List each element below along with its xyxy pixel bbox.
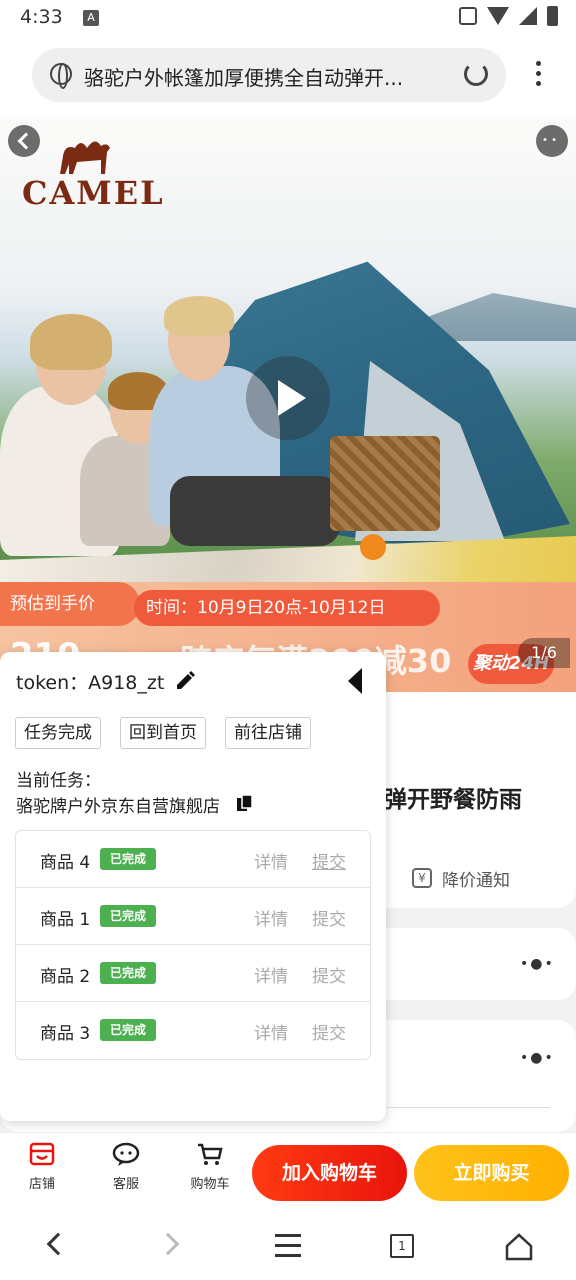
buy-now-button[interactable]: 立即购买 [414,1145,569,1201]
shop-label: 店铺 [28,1177,55,1192]
item-name: 商品 1 [40,910,91,930]
add-to-cart-button[interactable]: 加入购物车 [252,1145,407,1201]
back-arrow-icon[interactable] [46,1232,70,1256]
item-name: 商品 4 [40,853,91,873]
browser-menu-icon[interactable] [536,61,542,91]
status-badge: 已完成 [100,1019,156,1041]
task-panel: token：A918_zt 任务完成 回到首页 前往店铺 当前任务： 骆驼牌户外… [0,652,386,1121]
status-icons [459,6,558,26]
product-title: 弹开野餐防雨 [384,787,522,813]
collapse-panel-button[interactable] [348,668,362,694]
menu-icon[interactable] [275,1234,305,1264]
task-complete-button[interactable]: 任务完成 [15,717,101,749]
task-item-row: 商品 1 已完成 详情 提交 [16,888,370,945]
detail-link[interactable]: 详情 [254,905,288,930]
detail-link[interactable]: 详情 [254,962,288,987]
detail-link[interactable]: 详情 [254,848,288,873]
browser-nav-bar: 1 [0,1212,576,1280]
url-text[interactable]: 骆驼户外帐篷加厚便携全自动弹开... [84,62,444,91]
promo-time: 时间：10月9日20点-10月12日 [134,590,440,626]
status-time: 4:33 [20,6,63,28]
cart-icon [198,1143,223,1165]
current-task-name: 骆驼牌户外京东自营旗舰店 [16,797,220,817]
estimated-price-label: 预估到手价 [0,582,140,626]
more-dots-icon[interactable]: •●• [520,1050,555,1066]
shop-icon [29,1142,55,1166]
item-name: 商品 2 [40,967,91,987]
cart-nav-item[interactable]: 购物车 [180,1141,240,1192]
notification-icon: A [83,10,99,26]
play-video-button[interactable] [246,356,330,440]
more-dots-icon[interactable]: •●• [520,956,555,972]
back-button[interactable] [8,125,40,157]
camel-logo-icon [60,141,110,174]
more-options-button[interactable] [536,125,568,157]
status-badge: 已完成 [100,848,156,870]
brand-logo-text: CAMEL [22,174,165,212]
globe-icon [50,63,72,89]
product-image-carousel[interactable]: CAMEL 219 跨店每满300减30 预估到手价 时间：10月9日20点-1… [0,116,576,692]
go-to-shop-button[interactable]: 前往店铺 [225,717,311,749]
signal-icon [519,7,537,25]
status-badge: 已完成 [100,962,156,984]
carousel-page-indicator: 1/6 [518,638,570,668]
address-bar[interactable]: 骆驼户外帐篷加厚便携全自动弹开... [32,48,506,102]
home-icon[interactable] [504,1232,534,1262]
status-bar: 4:33 A [0,0,576,36]
price-notice-button[interactable]: 降价通知 [442,866,510,891]
token-text: token：A918_zt [16,672,165,694]
edit-icon[interactable] [174,670,196,692]
submit-link[interactable]: 提交 [312,905,346,930]
customer-service-icon [112,1142,140,1166]
bottom-action-bar: 店铺 客服 购物车 加入购物车 立即购买 [0,1132,576,1212]
task-item-row: 商品 2 已完成 详情 提交 [16,945,370,1002]
browser-toolbar: 骆驼户外帐篷加厚便携全自动弹开... [0,36,576,116]
detail-link[interactable]: 详情 [254,1019,288,1044]
tabs-icon[interactable]: 1 [390,1234,414,1258]
current-task-label: 当前任务： [16,771,101,791]
submit-link[interactable]: 提交 [312,848,346,873]
cart-label: 购物车 [190,1177,230,1192]
back-home-button[interactable]: 回到首页 [120,717,206,749]
battery-icon [547,6,558,26]
task-item-row: 商品 4 已完成 详情 提交 [16,831,370,888]
shop-nav-item[interactable]: 店铺 [12,1141,72,1192]
item-name: 商品 3 [40,1024,91,1044]
vibrate-icon [459,7,477,25]
service-label: 客服 [112,1177,139,1192]
price-alert-icon: ¥ [412,868,432,888]
submit-link[interactable]: 提交 [312,1019,346,1044]
forward-arrow-icon[interactable] [156,1232,180,1256]
wifi-icon [487,7,509,25]
status-badge: 已完成 [100,905,156,927]
copy-icon[interactable] [236,794,254,812]
task-item-row: 商品 3 已完成 详情 提交 [16,1002,370,1059]
picnic-basket [330,436,440,531]
task-item-list: 商品 4 已完成 详情 提交 商品 1 已完成 详情 提交 商品 2 已完成 详… [15,830,371,1060]
submit-link[interactable]: 提交 [312,962,346,987]
service-nav-item[interactable]: 客服 [96,1141,156,1192]
reload-icon[interactable] [464,62,488,86]
